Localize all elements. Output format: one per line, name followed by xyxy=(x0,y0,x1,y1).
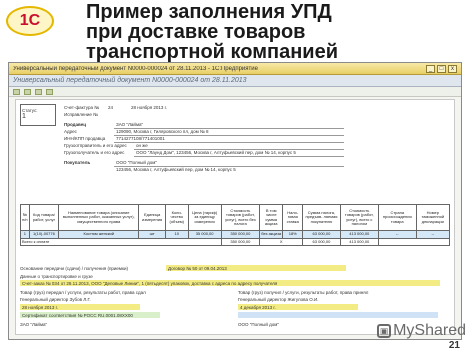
seller-name: ЗАО "Лайма" xyxy=(116,122,144,127)
col-header: Сумма налога, предъяв- ляемая покупателю xyxy=(302,204,341,231)
release-label: Товар (груз) передал / услуги, результат… xyxy=(20,290,146,295)
col-header: Код товара/ работ, услуг xyxy=(28,204,60,231)
zoom-icon[interactable] xyxy=(46,88,53,95)
upd-document: Статус: 1 Счет-фактура № 24 28 ноября 20… xyxy=(15,99,455,335)
date-received: 4 декабря 2013 г. xyxy=(240,305,276,310)
page-number: 21 xyxy=(448,340,460,351)
address-underline xyxy=(114,135,344,136)
total-cell xyxy=(377,237,451,246)
goods-table: № п/п Код товара/ работ, услуг Наименова… xyxy=(20,204,451,246)
release-person: Генеральный директор Зубов Л.Г. xyxy=(20,297,91,302)
basis-value: Договор № 50 от 09.04.2013 xyxy=(168,266,227,271)
total-row: Всего к оплате 350 000,00 X 63 000,00 41… xyxy=(20,237,451,246)
toolbar xyxy=(9,87,461,97)
close-button[interactable]: x xyxy=(448,64,457,73)
receive-highlight xyxy=(238,312,438,318)
table-cell: 413 000,00 xyxy=(339,230,379,239)
total-cell: 413 000,00 xyxy=(339,237,379,246)
title-line-2: при доставке товаров xyxy=(86,21,306,43)
seller-inn: 7714277108/771401001 xyxy=(116,136,165,141)
invoice-label: Счет-фактура № xyxy=(64,105,100,110)
buyer-address: 123456, Москва г, Алтуфьевский пер, дом … xyxy=(116,167,236,172)
receive-label: Товар (груз) получил / услуги, результат… xyxy=(238,290,369,295)
table-cell: 18% xyxy=(282,230,304,239)
consignee-value: ООО "Лаунд Дом", 123456, Москва г, Алтуф… xyxy=(136,150,296,155)
col-header: Цена (тариф) за единицу измерения xyxy=(187,204,222,231)
print-icon[interactable] xyxy=(13,88,20,95)
table-header-row: № п/п Код товара/ работ, услуг Наименова… xyxy=(20,204,451,231)
shipper-underline xyxy=(134,149,344,150)
table-cell: 63 000,00 xyxy=(302,230,341,239)
shipper-value: он же xyxy=(136,143,148,148)
watermark-text: MyShared xyxy=(393,322,466,339)
table-cell: 10 xyxy=(164,230,189,239)
col-header: Единица измерения xyxy=(138,204,166,231)
window-titlebar: Универсальный передаточный документ N000… xyxy=(9,63,461,75)
slide-header: 1С Пример заполнения УПД при доставке то… xyxy=(0,0,474,64)
table-cell: 35 000,00 xyxy=(187,230,222,239)
total-cell: X xyxy=(259,237,304,246)
buyer-label: Покупатель xyxy=(64,160,91,165)
table-cell: -- xyxy=(415,230,451,239)
correction-label: Исправление № xyxy=(64,112,98,117)
receive-person: Генеральный директор Жигулова О.И. xyxy=(238,297,319,302)
date-shipped: 28 ноября 2013 г. xyxy=(22,305,58,310)
seller-address: 129090, Москва г, Гиляровского пл, дом №… xyxy=(116,129,209,134)
seller-underline xyxy=(114,128,344,129)
consignee-label: Грузополучатель и его адрес xyxy=(64,150,125,155)
title-line-3: транспортной компанией xyxy=(86,41,339,63)
total-cell: 63 000,00 xyxy=(302,237,341,246)
cert-label: Сертификат соответствия № РОСС RU.0001.0… xyxy=(22,313,133,318)
total-cell: 350 000,00 xyxy=(220,237,261,246)
presentation-icon: ▣ xyxy=(377,324,392,338)
window-title: Универсальный передаточный документ N000… xyxy=(13,65,258,72)
col-header: Коли- чество (объем) xyxy=(164,204,189,231)
invoice-date: 28 ноября 2013 г. xyxy=(131,105,167,110)
app-window: Универсальный передаточный документ N000… xyxy=(8,62,462,340)
table-cell: -- xyxy=(377,230,417,239)
address-label: Адрес xyxy=(64,129,77,134)
status-value: 1 xyxy=(22,113,26,120)
slide-title: Пример заполнения УПД при доставке товар… xyxy=(86,2,466,62)
col-header: Нало- говая ставка xyxy=(282,204,304,231)
consignee-underline xyxy=(134,156,344,157)
col-header: Страна происхождения товара xyxy=(377,204,417,231)
col-header: Стоимость товаров (работ, услуг), всего … xyxy=(220,204,261,231)
col-header: В том числе сумма акциза xyxy=(259,204,284,231)
transport-value: Счет-заказ № 034 от 28.11.2013, ООО "Дел… xyxy=(22,281,278,286)
col-header: Номер таможенной декларации xyxy=(415,204,451,231)
seller-label: Продавец xyxy=(64,122,87,127)
org-sender: ЗАО "Лайма" xyxy=(20,322,48,327)
table-cell: без акциза xyxy=(259,230,284,239)
inn-underline xyxy=(114,142,344,143)
document-title: Универсальный передаточный документ N000… xyxy=(13,77,247,84)
col-header: Стоимость товаров (работ, услуг), всего … xyxy=(339,204,379,231)
logo-1c: 1С xyxy=(6,6,54,36)
transport-label: Данные о транспортировке и грузе xyxy=(20,274,93,279)
total-label: Всего к оплате xyxy=(20,237,222,246)
table-cell: 1 xyxy=(20,230,30,239)
org-receiver: ООО "Полный дом" xyxy=(238,322,279,327)
table-cell: 350 000,00 xyxy=(220,230,261,239)
table-cell: шт xyxy=(138,230,166,239)
col-header: № п/п xyxy=(20,204,30,231)
table-cell: 1(10)-00776 xyxy=(28,230,60,239)
shipper-label: Грузоотправитель и его адрес xyxy=(64,143,127,148)
watermark: ▣ MyShared xyxy=(377,322,466,340)
buyer-name: ООО "Полный дом" xyxy=(116,160,157,165)
copy-icon[interactable] xyxy=(35,88,42,95)
col-header: Наименование товара (описание выполненны… xyxy=(58,204,140,231)
buyer-underline xyxy=(114,166,344,167)
document-bar: Универсальный передаточный документ N000… xyxy=(9,75,461,87)
table-cell: Костюм женский xyxy=(58,230,140,239)
title-line-1: Пример заполнения УПД xyxy=(86,1,332,23)
invoice-number: 24 xyxy=(108,105,114,110)
basis-label: Основание передачи (сдачи) / получения (… xyxy=(20,266,128,271)
minimize-button[interactable]: _ xyxy=(426,64,435,73)
save-icon[interactable] xyxy=(24,88,31,95)
inn-label: ИНН/КПП продавца xyxy=(64,136,106,141)
maximize-button[interactable]: □ xyxy=(437,64,446,73)
table-row[interactable]: 1 1(10)-00776 Костюм женский шт 10 35 00… xyxy=(20,230,451,239)
